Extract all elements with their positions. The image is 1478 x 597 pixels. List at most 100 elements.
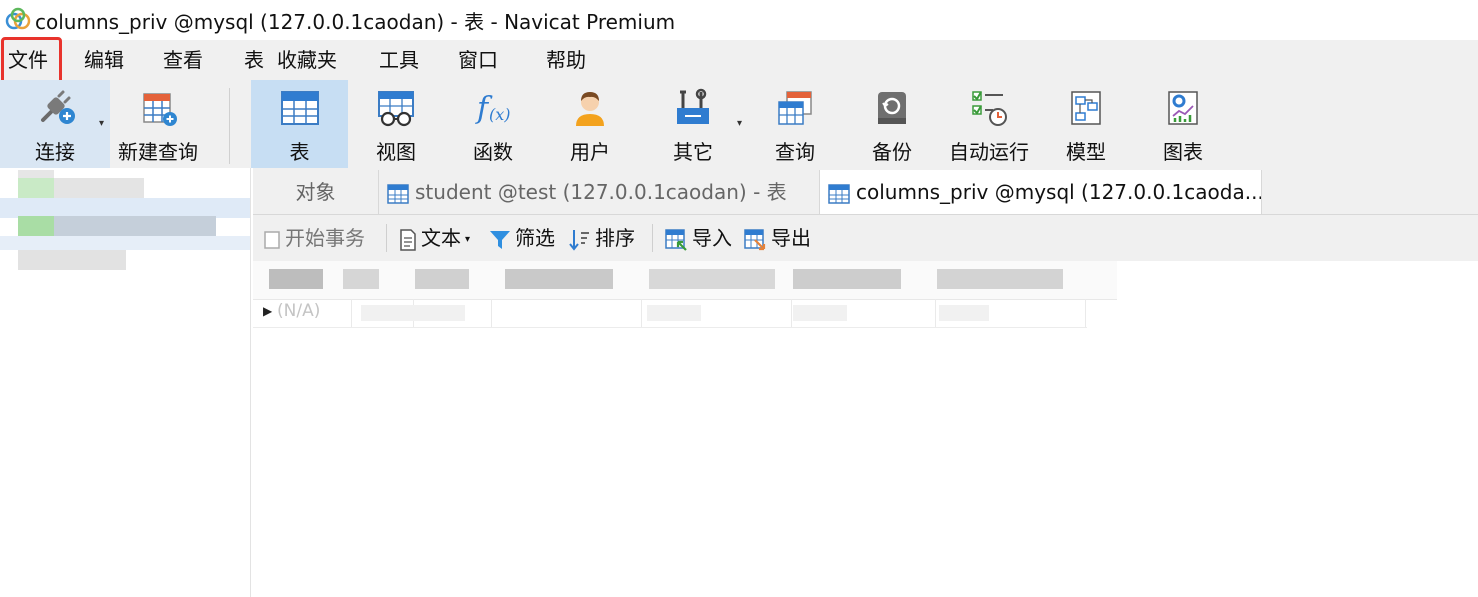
blurred-tree-item [18, 216, 54, 236]
blurred-cell[interactable] [361, 305, 465, 321]
menu-window[interactable]: 窗口 [458, 40, 498, 80]
menu-edit[interactable]: 编辑 [84, 40, 124, 80]
model-icon [1071, 91, 1101, 125]
text-dropdown-icon[interactable]: ▾ [465, 234, 470, 245]
connect-label: 连接 [35, 140, 75, 164]
new-query-icon [143, 93, 177, 126]
blurred-column-header[interactable] [415, 269, 469, 289]
new-query-button[interactable]: 新建查询 [110, 80, 206, 168]
chart-label: 图表 [1163, 140, 1203, 164]
menu-view[interactable]: 查看 [163, 40, 203, 80]
row-pointer-icon: ▶ [263, 304, 273, 318]
table-row[interactable]: ▶ (N/A) [253, 299, 1087, 328]
import-button[interactable]: 导入 [664, 215, 732, 261]
query-label: 查询 [775, 140, 815, 164]
table-label: 表 [289, 140, 310, 164]
blurred-column-header[interactable] [269, 269, 323, 289]
table-tab-icon [387, 183, 409, 204]
import-label: 导入 [692, 226, 732, 250]
blurred-column-header[interactable] [649, 269, 775, 289]
user-button[interactable]: 用户 [543, 80, 637, 168]
toolbar-separator [652, 224, 653, 252]
backup-label: 备份 [872, 140, 912, 164]
export-label: 导出 [771, 226, 811, 250]
sort-label: 排序 [595, 226, 635, 250]
blurred-tree-item [18, 250, 126, 270]
view-label: 视图 [376, 140, 416, 164]
data-grid[interactable]: ▶ (N/A) [253, 261, 1478, 597]
automation-clock-icon [972, 91, 1007, 126]
backup-icon [878, 92, 906, 124]
table-icon [280, 91, 319, 125]
menu-tools[interactable]: 工具 [379, 40, 419, 80]
table-toolbar: 开始事务 文本 ▾ 筛选 排序 导入 导出 [253, 215, 1478, 261]
user-icon [576, 92, 604, 126]
title-bar: columns_priv @mysql (127.0.0.1caodan) - … [0, 0, 1478, 40]
model-label: 模型 [1066, 140, 1106, 164]
window-title: columns_priv @mysql (127.0.0.1caodan) - … [35, 9, 676, 34]
main-toolbar: 连接 ▾ 新建查询 表 视图 f (x) 函数 用户 其它 ▾ 查询 备份 自动… [0, 80, 1478, 168]
function-fx-icon: f (x) [475, 91, 511, 126]
connection-sidebar[interactable] [0, 168, 251, 597]
tab-student[interactable]: student @test (127.0.0.1caodan) - 表 [379, 170, 820, 214]
begin-transaction-button[interactable]: 开始事务 [263, 215, 365, 261]
other-button[interactable]: 其它 [646, 80, 740, 168]
function-label: 函数 [473, 140, 513, 164]
blurred-tree-item [0, 198, 250, 218]
tab-student-label: student @test (127.0.0.1caodan) - 表 [415, 180, 787, 204]
automation-button[interactable]: 自动运行 [942, 80, 1036, 168]
blurred-cell[interactable] [793, 305, 847, 321]
tab-bar: 对象 student @test (127.0.0.1caodan) - 表 c… [253, 168, 1478, 215]
table-tab-icon [828, 183, 850, 204]
null-cell[interactable]: (N/A) [277, 301, 320, 321]
toolbar-separator [386, 224, 387, 252]
tab-columns-priv[interactable]: columns_priv @mysql (127.0.0.1caoda... [820, 170, 1262, 214]
blurred-column-header[interactable] [343, 269, 379, 289]
export-button[interactable]: 导出 [743, 215, 811, 261]
menu-table[interactable]: 表 [244, 40, 264, 80]
blurred-column-header[interactable] [505, 269, 613, 289]
view-glasses-icon [378, 91, 414, 127]
query-icon [778, 91, 812, 125]
backup-button[interactable]: 备份 [845, 80, 939, 168]
model-button[interactable]: 模型 [1039, 80, 1133, 168]
plug-connect-icon [41, 90, 75, 124]
chart-icon [1168, 91, 1198, 125]
blurred-cell[interactable] [647, 305, 701, 321]
blurred-cell[interactable] [939, 305, 989, 321]
table-button[interactable]: 表 [251, 80, 348, 168]
chart-button[interactable]: 图表 [1136, 80, 1230, 168]
import-icon [665, 228, 687, 251]
export-icon [744, 228, 766, 250]
blurred-tree-item [54, 216, 216, 236]
other-dropdown-icon[interactable]: ▾ [737, 118, 742, 129]
blurred-tree-item [18, 178, 54, 198]
view-button[interactable]: 视图 [349, 80, 443, 168]
file-menu-highlight-box [1, 37, 62, 85]
query-button[interactable]: 查询 [748, 80, 842, 168]
sort-button[interactable]: 排序 [567, 215, 635, 261]
tab-columns-priv-label: columns_priv @mysql (127.0.0.1caoda... [856, 180, 1262, 204]
text-button[interactable]: 文本 ▾ [399, 215, 470, 261]
menu-help[interactable]: 帮助 [546, 40, 586, 80]
filter-button[interactable]: 筛选 [489, 215, 555, 261]
svg-text:(x): (x) [489, 105, 511, 124]
tab-objects[interactable]: 对象 [253, 170, 379, 214]
function-button[interactable]: f (x) 函数 [446, 80, 540, 168]
blurred-column-header[interactable] [937, 269, 1063, 289]
blurred-tree-item [0, 236, 250, 250]
blurred-column-header[interactable] [793, 269, 901, 289]
connect-dropdown-icon[interactable]: ▾ [99, 118, 104, 129]
grid-column-line [935, 299, 936, 327]
grid-column-line [351, 299, 352, 327]
blurred-tree-item [54, 178, 144, 198]
other-label: 其它 [673, 140, 713, 164]
grid-column-line [791, 299, 792, 327]
navicat-logo-icon [5, 7, 31, 30]
text-label: 文本 [421, 226, 461, 250]
new-query-label: 新建查询 [118, 140, 198, 164]
transaction-icon [264, 230, 280, 249]
grid-column-line [1085, 299, 1086, 327]
connect-button[interactable]: 连接 [0, 80, 110, 168]
menu-favorites[interactable]: 收藏夹 [277, 40, 337, 80]
